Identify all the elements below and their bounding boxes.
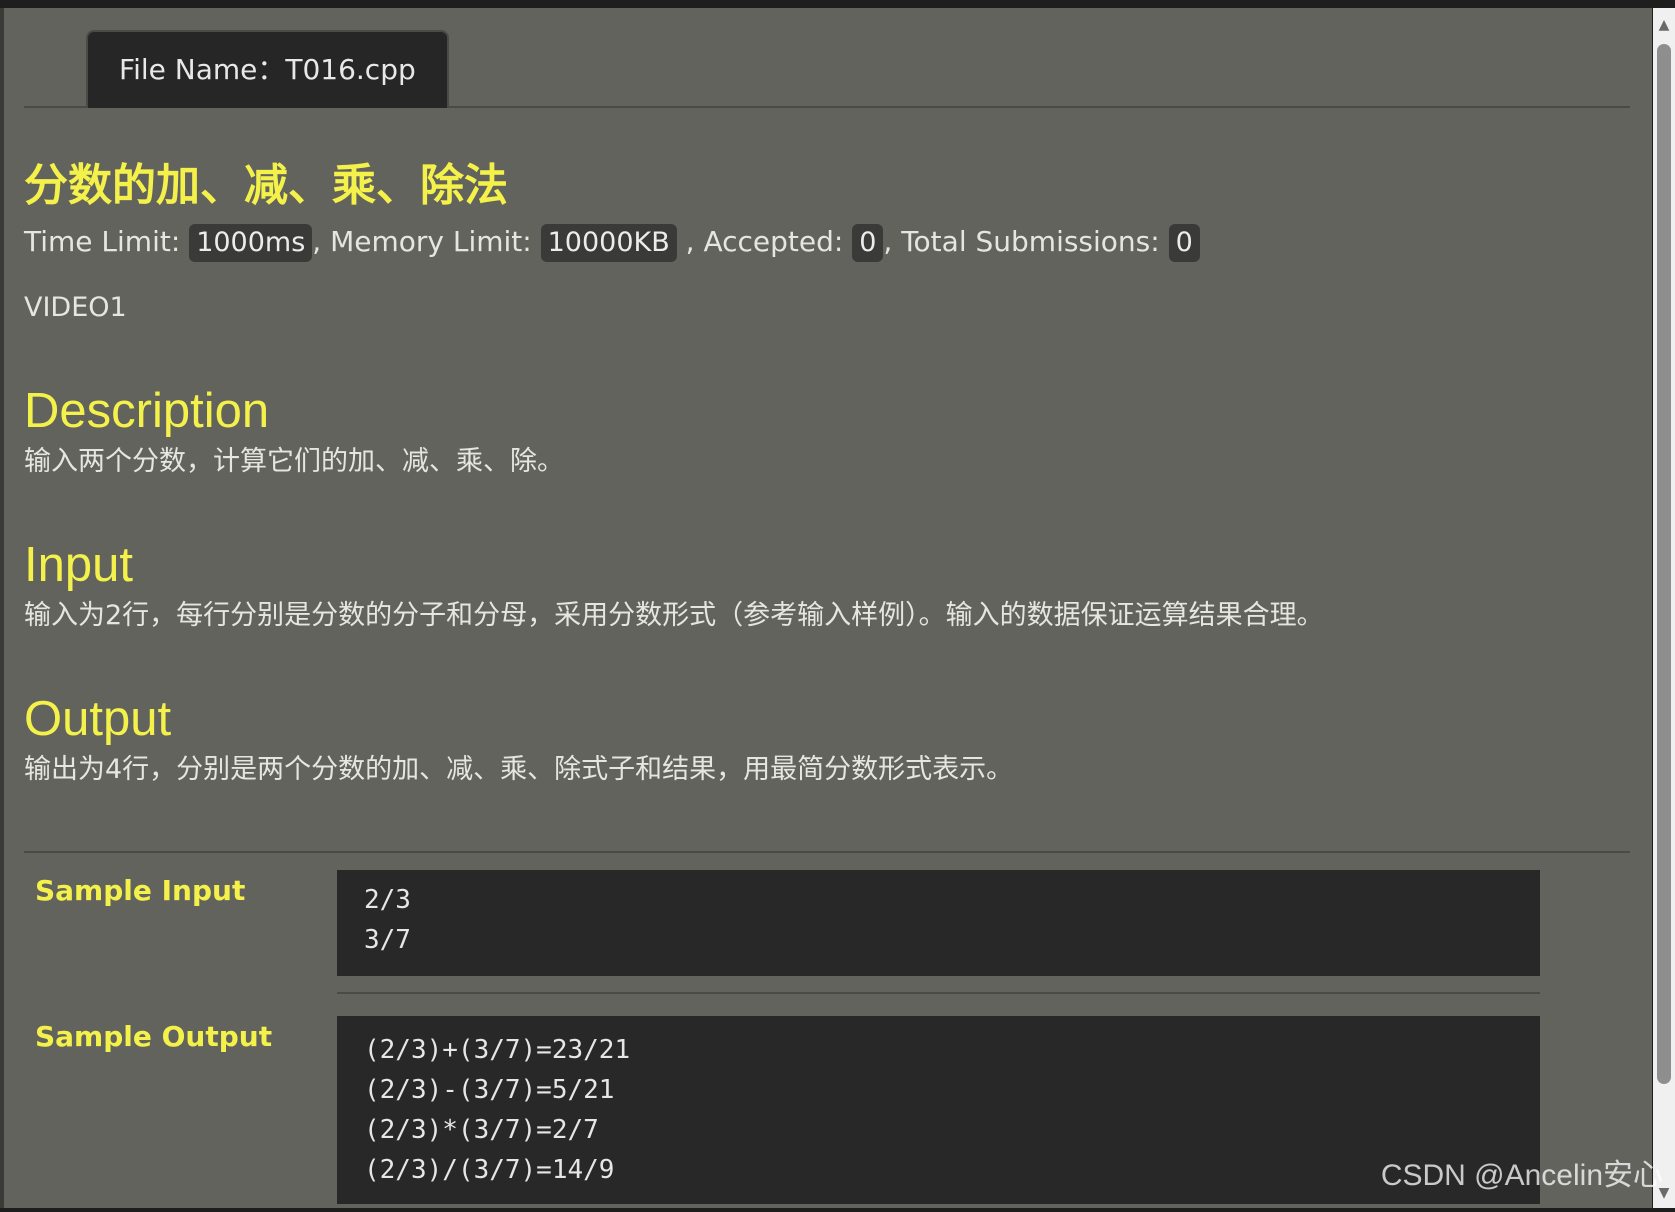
memory-limit-value: 10000KB (540, 224, 677, 262)
accepted-label: , Accepted: (685, 225, 844, 258)
output-title: Output (24, 692, 172, 746)
memory-limit-label: , Memory Limit: (312, 225, 532, 258)
problem-page: File Name：T016.cpp 分数的加、减、乘、除法 Time Limi… (0, 8, 1652, 1208)
sample-input-line: 2/3 (364, 885, 411, 915)
sample-input-line: 3/7 (364, 925, 411, 955)
sample-output-line: (2/3)/(3/7)=14/9 (364, 1155, 615, 1185)
time-limit-value: 1000ms (189, 224, 313, 262)
input-text: 输入为2行，每行分别是分数的分子和分母，采用分数形式（参考输入样例）。输入的数据… (24, 600, 1324, 631)
input-section: Input 输入为2行，每行分别是分数的分子和分母，采用分数形式（参考输入样例）… (24, 536, 1630, 636)
description-section: Description 输入两个分数，计算它们的加、减、乘、除。 (24, 382, 1630, 482)
output-section: Output 输出为4行，分别是两个分数的加、减、乘、除式子和结果，用最简分数形… (24, 690, 1630, 790)
sample-input-label: Sample Input (35, 874, 246, 907)
sample-output-line: (2/3)-(3/7)=5/21 (364, 1075, 615, 1105)
output-text: 输出为4行，分别是两个分数的加、减、乘、除式子和结果，用最简分数形式表示。 (24, 754, 1014, 785)
sample-output-line: (2/3)*(3/7)=2/7 (364, 1115, 599, 1145)
sample-divider (337, 992, 1540, 994)
sample-output-line: (2/3)+(3/7)=23/21 (364, 1035, 631, 1065)
problem-content: 分数的加、减、乘、除法 Time Limit: 1000ms, Memory L… (24, 106, 1630, 1204)
csdn-watermark: CSDN @Ancelin安心 (1380, 1159, 1663, 1192)
problem-limits: Time Limit: 1000ms, Memory Limit: 10000K… (24, 222, 1630, 262)
video-link[interactable]: VIDEO1 (24, 288, 1630, 328)
problem-title: 分数的加、减、乘、除法 (24, 160, 508, 211)
description-text: 输入两个分数，计算它们的加、减、乘、除。 (24, 446, 564, 477)
scroll-thumb[interactable] (1657, 44, 1671, 1084)
scroll-up-arrow-icon[interactable]: ▲ (1653, 14, 1675, 36)
samples-section: Sample Input 2/3 3/7 Sample Output (2/3)… (24, 851, 1630, 1204)
file-name-tab[interactable]: File Name：T016.cpp (86, 30, 449, 108)
tab-bar: File Name：T016.cpp (24, 8, 1630, 108)
vertical-scrollbar[interactable]: ▲ ▼ (1653, 8, 1675, 1208)
total-submissions-label: , Total Submissions: (883, 225, 1160, 258)
total-submissions-value: 0 (1168, 224, 1200, 262)
sample-input-box[interactable]: 2/3 3/7 (337, 870, 1540, 976)
input-title: Input (24, 538, 133, 592)
accepted-value: 0 (852, 224, 884, 262)
sample-output-label: Sample Output (35, 1020, 273, 1053)
time-limit-label: Time Limit: (24, 225, 181, 258)
sample-output-box[interactable]: (2/3)+(3/7)=23/21 (2/3)-(3/7)=5/21 (2/3)… (337, 1016, 1540, 1204)
description-title: Description (24, 384, 270, 438)
